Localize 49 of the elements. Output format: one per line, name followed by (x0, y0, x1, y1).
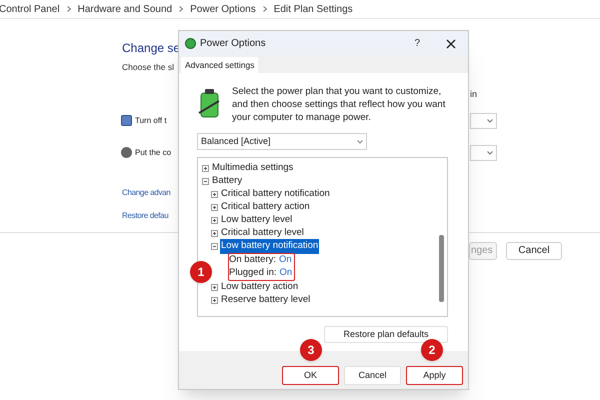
collapse-icon[interactable] (202, 178, 209, 185)
description-text: Select the power plan that you want to customize, and then choose settings that reflect how you want your computer to manage power. (232, 85, 446, 124)
dialog-button[interactable]: OK (282, 366, 339, 385)
chevron-icon (66, 6, 71, 12)
breadcrumb-link[interactable]: Edit Plan Settings (274, 2, 353, 16)
scrollbar-thumb[interactable] (439, 235, 444, 302)
expand-icon[interactable] (202, 165, 209, 172)
setting-name: Plugged in: (229, 266, 277, 280)
chevron-icon (357, 140, 363, 144)
dialog-button[interactable]: Apply (406, 366, 463, 385)
dialog-button[interactable]: Cancel (344, 366, 401, 385)
expand-icon[interactable] (211, 230, 218, 237)
setting-label: Put the co (135, 146, 172, 159)
expand-icon[interactable] (211, 217, 218, 224)
button[interactable]: Cancel (506, 242, 562, 260)
tree-item[interactable]: Battery (211, 174, 244, 189)
tree-item[interactable]: Low battery notification (220, 239, 320, 254)
link[interactable]: Change advan (122, 186, 170, 199)
tree-item[interactable]: Low battery action (220, 280, 300, 295)
collapse-icon[interactable] (211, 243, 218, 250)
expand-icon[interactable] (211, 204, 218, 211)
tree-item[interactable]: Low battery level (220, 213, 294, 228)
chevron-icon (487, 150, 493, 155)
expand-icon[interactable] (211, 297, 218, 304)
tab[interactable]: Advanced settings (181, 57, 258, 73)
breadcrumb-link[interactable]: Power Options (190, 2, 256, 16)
setting-label: Turn off t (135, 114, 167, 127)
tree-item[interactable]: Multimedia settings (211, 161, 294, 176)
window-title: Power Options (200, 37, 267, 51)
setting-value[interactable]: On (279, 253, 292, 268)
page-subtitle: Choose the sl (122, 61, 174, 74)
setting-value[interactable]: On (280, 266, 292, 281)
expand-icon[interactable] (211, 191, 218, 198)
breadcrumb-link[interactable]: Hardware and Sound (78, 2, 172, 16)
expand-icon[interactable] (211, 284, 218, 291)
link[interactable]: Restore defau (122, 210, 168, 222)
chevron-icon (262, 6, 267, 12)
chevron-icon (487, 118, 493, 123)
restore-defaults-button[interactable]: Restore plan defaults (324, 326, 448, 343)
tree-item[interactable]: Critical battery notification (220, 187, 331, 202)
tree-item[interactable]: Critical battery level (220, 226, 305, 241)
tree-item[interactable]: Reserve battery level (220, 293, 312, 308)
help-button[interactable]: ? (414, 36, 420, 51)
chevron-icon (179, 6, 184, 12)
setting-name: On battery: (229, 253, 276, 268)
column-header: in (470, 88, 478, 100)
tree-item[interactable]: Critical battery action (220, 200, 311, 215)
close-button[interactable] (446, 38, 456, 48)
plan-dropdown[interactable]: Balanced [Active] (197, 133, 367, 150)
